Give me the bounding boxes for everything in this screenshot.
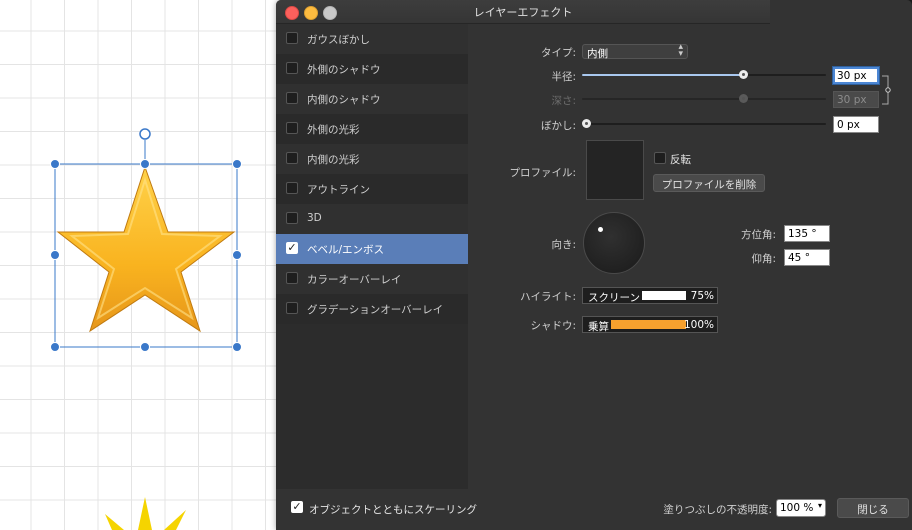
scale-with-object-label: オブジェクトとともにスケーリング — [309, 504, 477, 516]
effect-label: 外側のシャドウ — [307, 64, 381, 76]
effect-checkbox-checked[interactable]: ✓ — [286, 242, 298, 254]
profile-label: プロファイル: — [509, 167, 576, 179]
effect-item-gaussian-blur[interactable]: ガウスぼかし — [276, 24, 468, 54]
profile-curve-box[interactable] — [586, 140, 644, 200]
effect-label: 3D — [307, 212, 322, 224]
effect-item-inner-shadow[interactable]: 内側のシャドウ — [276, 84, 468, 114]
dialog-title: レイヤーエフェクト — [473, 6, 573, 19]
effect-item-outer-shadow[interactable]: 外側のシャドウ — [276, 54, 468, 84]
depth-label: 深さ: — [551, 95, 576, 107]
radius-label: 半径: — [551, 71, 576, 83]
remove-profile-button[interactable]: プロファイルを削除 — [653, 174, 765, 192]
highlight-opacity[interactable]: 75% — [691, 290, 714, 302]
azimuth-field[interactable]: 135 ° — [784, 225, 830, 242]
blur-label: ぼかし: — [540, 120, 576, 132]
effect-item-outer-glow[interactable]: 外側の光彩 — [276, 114, 468, 144]
depth-field: 30 px — [833, 91, 879, 108]
fill-opacity-label: 塗りつぶしの不透明度: — [663, 504, 772, 516]
fill-opacity-value: 100 % — [780, 502, 814, 514]
effect-item-3d[interactable]: 3D — [276, 204, 468, 234]
effect-checkbox[interactable] — [286, 92, 298, 104]
title-bar[interactable]: レイヤーエフェクト — [276, 0, 770, 24]
invert-label: 反転 — [670, 154, 691, 166]
effect-label: 内側のシャドウ — [307, 94, 381, 106]
star-shape[interactable] — [56, 165, 236, 333]
scale-with-object-checkbox[interactable]: ✓ — [291, 501, 303, 513]
canvas-artwork — [50, 128, 242, 530]
effect-label: ベベル/エンボス — [307, 244, 385, 256]
chevron-down-icon: ▾ — [817, 501, 822, 510]
effect-label: 外側の光彩 — [307, 124, 360, 136]
direction-dial[interactable] — [583, 212, 645, 274]
highlight-mode[interactable]: スクリーン — [588, 290, 640, 305]
effect-checkbox[interactable] — [286, 152, 298, 164]
effect-checkbox[interactable] — [286, 302, 298, 314]
elevation-field[interactable]: 45 ° — [784, 249, 830, 266]
shadow-label: シャドウ: — [530, 320, 576, 332]
fill-opacity-select[interactable]: 100 % ▾ — [776, 499, 826, 517]
effect-item-color-overlay[interactable]: カラーオーバーレイ — [276, 264, 468, 294]
rotation-handle[interactable] — [139, 128, 151, 140]
radius-slider-knob[interactable] — [739, 70, 749, 79]
effect-label: ガウスぼかし — [307, 34, 370, 46]
dialog-footer: ✓ オブジェクトとともにスケーリング 塗りつぶしの不透明度: 100 % ▾ 閉… — [276, 490, 912, 530]
shadow-opacity[interactable]: 100% — [684, 319, 714, 331]
effect-label: 内側の光彩 — [307, 154, 360, 166]
type-label: タイプ: — [540, 47, 576, 59]
effect-checkbox[interactable] — [286, 122, 298, 134]
effect-checkbox[interactable] — [286, 212, 298, 224]
blur-slider[interactable] — [582, 119, 826, 128]
effect-item-gradient-overlay[interactable]: グラデーションオーバーレイ — [276, 294, 468, 324]
effect-checkbox[interactable] — [286, 272, 298, 284]
effect-label: グラデーションオーバーレイ — [307, 304, 444, 316]
effect-checkbox[interactable] — [286, 32, 298, 44]
direction-label: 向き: — [551, 239, 576, 251]
partial-burst-shape[interactable] — [105, 497, 186, 530]
highlight-blend-control[interactable]: スクリーン 75% — [582, 287, 718, 304]
highlight-color-swatch[interactable] — [642, 291, 686, 300]
effect-list: ガウスぼかし 外側のシャドウ 内側のシャドウ 外側の光彩 内側の光彩 アウトライ… — [276, 24, 468, 489]
document-canvas[interactable] — [0, 0, 280, 530]
effect-checkbox[interactable] — [286, 62, 298, 74]
shadow-mode[interactable]: 乗算 — [588, 319, 609, 334]
depth-slider — [582, 94, 826, 103]
direction-dial-dot[interactable] — [598, 227, 603, 232]
link-chain-icon[interactable] — [880, 74, 892, 106]
shadow-blend-control[interactable]: 乗算 100% — [582, 316, 718, 333]
highlight-label: ハイライト: — [520, 291, 576, 303]
chevron-updown-icon: ▴ ▾ — [678, 42, 683, 59]
radius-field[interactable]: 30 px — [833, 67, 879, 84]
type-select[interactable]: 内側 ▴ ▾ — [582, 42, 688, 60]
effect-item-outline[interactable]: アウトライン — [276, 174, 468, 204]
close-button[interactable]: 閉じる — [837, 498, 909, 518]
invert-checkbox[interactable] — [654, 152, 666, 164]
blur-field[interactable]: 0 px — [833, 116, 879, 133]
effect-item-bevel-emboss[interactable]: ✓ ベベル/エンボス — [276, 234, 468, 264]
effect-checkbox[interactable] — [286, 182, 298, 194]
type-select-value: 内側 — [587, 48, 608, 60]
elevation-label: 仰角: — [751, 253, 776, 265]
radius-slider[interactable] — [582, 70, 826, 79]
blur-slider-knob[interactable] — [582, 119, 591, 128]
effect-label: カラーオーバーレイ — [307, 274, 402, 286]
shadow-color-swatch[interactable] — [611, 320, 686, 329]
depth-slider-knob — [739, 94, 749, 103]
azimuth-label: 方位角: — [740, 229, 776, 241]
effect-item-inner-glow[interactable]: 内側の光彩 — [276, 144, 468, 174]
effect-label: アウトライン — [307, 184, 370, 196]
layer-effects-dialog: レイヤーエフェクト ガウスぼかし 外側のシャドウ 内側のシャドウ 外側の光彩 内… — [276, 0, 912, 530]
radius-slider-fill — [582, 74, 744, 76]
